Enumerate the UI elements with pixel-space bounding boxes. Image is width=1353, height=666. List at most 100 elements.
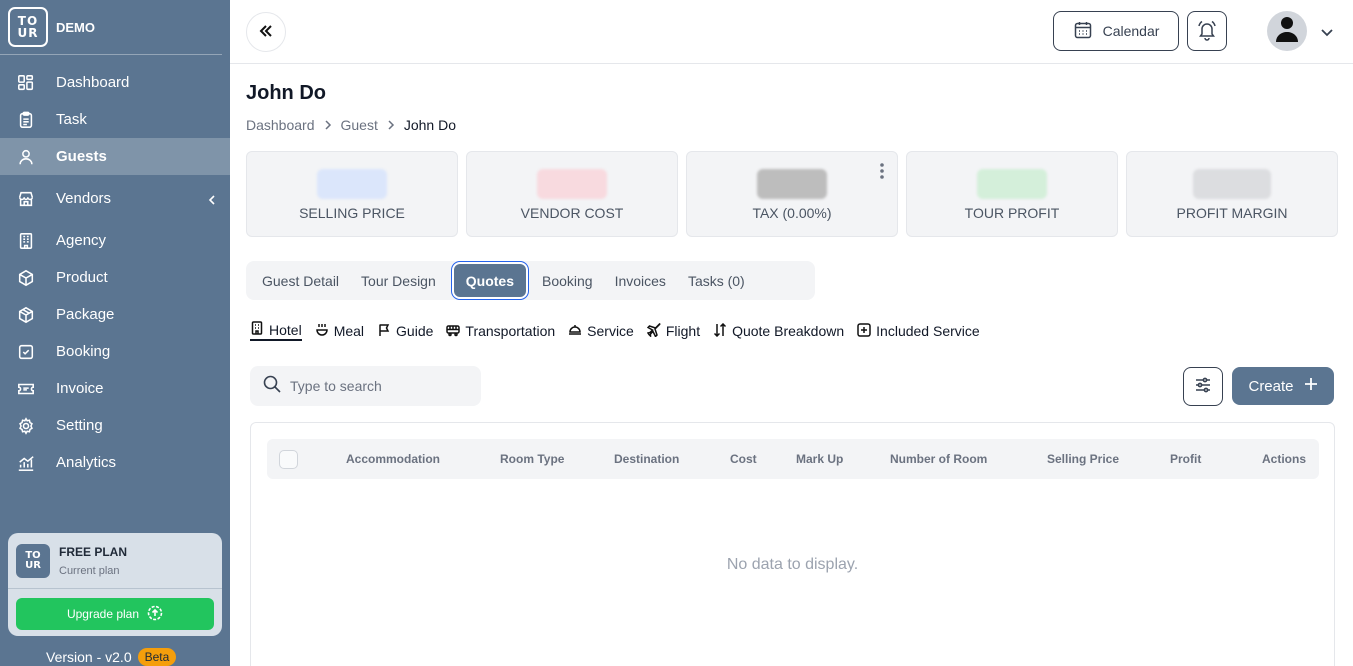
sidebar-item-booking[interactable]: Booking bbox=[0, 333, 230, 370]
double-chevron-left-icon bbox=[257, 22, 275, 43]
subtab-guide[interactable]: Guide bbox=[377, 321, 433, 341]
tab-guest-detail[interactable]: Guest Detail bbox=[252, 264, 349, 297]
gear-icon bbox=[16, 416, 36, 436]
column-destination[interactable]: Destination bbox=[614, 452, 679, 466]
hotel-icon bbox=[250, 321, 264, 338]
calendar-icon bbox=[1073, 20, 1093, 43]
tax-card: TAX (0.00%) bbox=[686, 151, 898, 237]
column-accommodation[interactable]: Accommodation bbox=[346, 452, 440, 466]
plan-card: TO UR FREE PLAN Current plan Upgrade pla… bbox=[8, 533, 222, 636]
sidebar-item-analytics[interactable]: Analytics bbox=[0, 444, 230, 481]
selling-price-card: SELLING PRICE bbox=[246, 151, 458, 237]
sidebar-item-label: Dashboard bbox=[56, 74, 130, 91]
sidebar-nav: Dashboard Task Guests Vendors Agency Pro… bbox=[0, 64, 230, 481]
quote-subtabs: Hotel Meal Guide Transportation Service … bbox=[250, 321, 993, 341]
more-vertical-icon[interactable] bbox=[879, 162, 885, 180]
plus-square-icon bbox=[857, 322, 871, 340]
card-label: VENDOR COST bbox=[520, 205, 624, 221]
sidebar-item-label: Invoice bbox=[56, 380, 104, 397]
column-selling-price[interactable]: Selling Price bbox=[1047, 452, 1119, 466]
brand[interactable]: TO UR DEMO bbox=[0, 0, 222, 55]
filter-button[interactable] bbox=[1183, 367, 1223, 406]
collapse-sidebar-button[interactable] bbox=[246, 12, 286, 52]
tax-value-blurred bbox=[757, 169, 827, 199]
subtab-flight[interactable]: Flight bbox=[646, 321, 701, 341]
selling-price-value-blurred bbox=[317, 169, 387, 199]
create-button[interactable]: Create bbox=[1232, 367, 1334, 405]
sidebar-item-vendors[interactable]: Vendors bbox=[0, 175, 230, 222]
subtab-label: Hotel bbox=[269, 321, 302, 338]
tab-quotes[interactable]: Quotes bbox=[453, 264, 526, 297]
sidebar-item-guests[interactable]: Guests bbox=[0, 138, 230, 175]
tab-invoices[interactable]: Invoices bbox=[605, 264, 676, 297]
notifications-button[interactable] bbox=[1187, 11, 1227, 51]
sidebar-item-label: Booking bbox=[56, 343, 111, 360]
sidebar-item-label: Agency bbox=[56, 232, 107, 249]
breadcrumb-guest[interactable]: Guest bbox=[341, 117, 378, 133]
store-icon bbox=[16, 189, 36, 209]
subtab-transportation[interactable]: Transportation bbox=[446, 321, 555, 341]
tab-tasks[interactable]: Tasks (0) bbox=[678, 264, 755, 297]
subtab-label: Included Service bbox=[876, 323, 980, 339]
sidebar-item-label: Package bbox=[56, 306, 115, 323]
column-profit[interactable]: Profit bbox=[1170, 452, 1201, 466]
breadcrumb: Dashboard Guest John Do bbox=[246, 117, 456, 133]
chevron-left-icon[interactable] bbox=[206, 193, 218, 205]
plan-logo: TO UR bbox=[16, 543, 50, 578]
clipboard-icon bbox=[16, 110, 36, 130]
sidebar-item-product[interactable]: Product bbox=[0, 259, 230, 296]
sliders-icon bbox=[1194, 376, 1212, 397]
subtab-hotel[interactable]: Hotel bbox=[250, 321, 302, 341]
upgrade-arrow-icon bbox=[147, 605, 163, 624]
plan-subtitle: Current plan bbox=[59, 564, 120, 577]
sidebar-item-agency[interactable]: Agency bbox=[0, 222, 230, 259]
brand-logo: TO UR bbox=[8, 7, 48, 47]
breadcrumb-current: John Do bbox=[403, 117, 457, 133]
subtab-quote-breakdown[interactable]: Quote Breakdown bbox=[713, 321, 844, 341]
sidebar-item-invoice[interactable]: Invoice bbox=[0, 370, 230, 407]
card-label: PROFIT MARGIN bbox=[1176, 205, 1288, 221]
upgrade-label: Upgrade plan bbox=[66, 607, 140, 621]
tour-profit-card: TOUR PROFIT bbox=[906, 151, 1118, 237]
tour-profit-value-blurred bbox=[977, 169, 1047, 199]
subtab-label: Flight bbox=[665, 323, 701, 339]
page-title: John Do bbox=[246, 82, 326, 104]
column-cost[interactable]: Cost bbox=[730, 452, 757, 466]
calendar-label: Calendar bbox=[1102, 23, 1160, 39]
search-box bbox=[250, 366, 481, 406]
upgrade-plan-button[interactable]: Upgrade plan bbox=[16, 598, 214, 630]
subtab-included-service[interactable]: Included Service bbox=[857, 321, 980, 341]
subtab-meal[interactable]: Meal bbox=[315, 321, 364, 341]
sidebar-item-setting[interactable]: Setting bbox=[0, 407, 230, 444]
brand-name: DEMO bbox=[56, 19, 95, 35]
card-label: SELLING PRICE bbox=[299, 205, 405, 221]
chevron-down-icon[interactable] bbox=[1319, 24, 1335, 40]
logo-text-bottom: UR bbox=[17, 26, 39, 40]
column-actions: Actions bbox=[1262, 452, 1307, 466]
meal-icon bbox=[315, 323, 329, 340]
calendar-button[interactable]: Calendar bbox=[1053, 11, 1179, 51]
chevron-right-icon bbox=[323, 117, 333, 133]
sidebar-item-task[interactable]: Task bbox=[0, 101, 230, 138]
sidebar-item-label: Analytics bbox=[56, 454, 117, 471]
table-header: Accommodation Room Type Destination Cost… bbox=[267, 439, 1319, 479]
tab-booking[interactable]: Booking bbox=[532, 264, 603, 297]
tab-tour-design[interactable]: Tour Design bbox=[351, 264, 446, 297]
breadcrumb-dashboard[interactable]: Dashboard bbox=[246, 117, 315, 133]
sort-icon bbox=[713, 322, 727, 340]
avatar[interactable] bbox=[1267, 11, 1307, 51]
column-mark-up[interactable]: Mark Up bbox=[796, 452, 843, 466]
select-all-checkbox[interactable] bbox=[279, 450, 298, 469]
sidebar: TO UR DEMO Dashboard Task Guests Vendors… bbox=[0, 0, 230, 666]
sidebar-item-package[interactable]: Package bbox=[0, 296, 230, 333]
search-input[interactable] bbox=[290, 378, 470, 394]
column-number-of-room[interactable]: Number of Room bbox=[890, 452, 987, 466]
logo-text-top: TO bbox=[25, 549, 41, 561]
subtab-service[interactable]: Service bbox=[568, 321, 634, 341]
summary-cards: SELLING PRICE VENDOR COST TAX (0.00%) TO… bbox=[246, 151, 1338, 237]
sidebar-item-dashboard[interactable]: Dashboard bbox=[0, 64, 230, 101]
service-icon bbox=[568, 323, 582, 340]
column-room-type[interactable]: Room Type bbox=[500, 452, 564, 466]
dashboard-icon bbox=[16, 73, 36, 93]
plus-icon bbox=[1304, 377, 1318, 395]
